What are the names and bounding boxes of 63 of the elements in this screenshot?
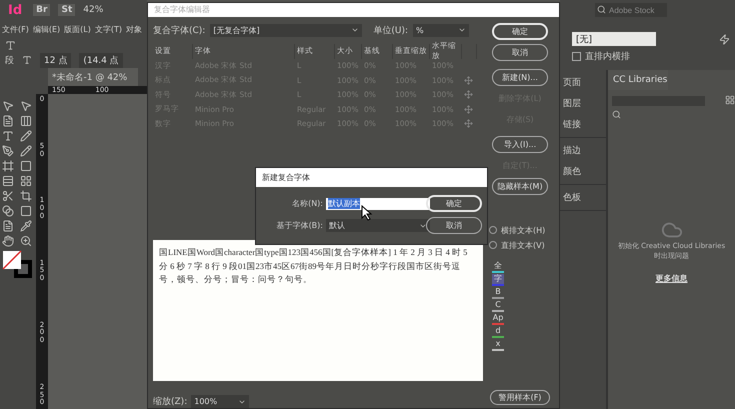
checkbox[interactable] xyxy=(572,52,581,60)
panel-item[interactable]: 链接 xyxy=(563,118,603,131)
libraries-tab[interactable]: CC Libraries xyxy=(608,70,668,90)
base-font-dropdown[interactable]: 默认 xyxy=(326,219,430,232)
search-icon[interactable] xyxy=(612,110,622,119)
lightning-icon[interactable] xyxy=(719,34,730,44)
panel-item[interactable]: 色板 xyxy=(563,191,603,204)
unit-dropdown[interactable]: % xyxy=(413,24,469,36)
radio-button[interactable] xyxy=(489,226,497,234)
font-size-icon xyxy=(22,55,32,65)
dialog-button[interactable]: 导入(I)... xyxy=(492,136,548,152)
more-info-link[interactable]: 更多信息 xyxy=(656,273,688,284)
sample-mark[interactable]: B xyxy=(492,286,504,298)
sample-button[interactable]: 警用样本(F) xyxy=(490,390,550,405)
zoom-dropdown[interactable]: 100% xyxy=(191,395,250,408)
ok-button[interactable]: 确定 xyxy=(426,195,482,212)
dialog-title: 复合字体编辑器 xyxy=(148,3,559,16)
grid-view-icon[interactable] xyxy=(725,95,735,105)
dialog-button[interactable]: 隐藏样本(M) xyxy=(492,178,548,194)
bridge-button[interactable]: Br xyxy=(33,4,50,16)
panel-item[interactable]: 图层 xyxy=(563,97,603,110)
menu-item[interactable]: 编辑(E) xyxy=(32,24,60,34)
radio-button[interactable] xyxy=(489,241,497,249)
paragraph-control[interactable]: 段 xyxy=(5,54,14,66)
dialog-button[interactable]: 确定 xyxy=(492,22,548,40)
dialog-button[interactable]: 取消 xyxy=(492,44,548,60)
stock-search-field[interactable]: Adobe Stock xyxy=(595,3,667,17)
sample-mark[interactable]: d xyxy=(492,326,504,338)
panel-item[interactable]: 颜色 xyxy=(563,165,603,178)
mouse-cursor-icon xyxy=(361,205,373,221)
panel-item[interactable]: 描边 xyxy=(563,144,603,157)
radio-label: 横排文本(H) xyxy=(501,224,546,236)
document-tab[interactable]: *未命名-1 @ 42% xyxy=(48,68,138,86)
panel-item[interactable]: 页面 xyxy=(563,76,603,89)
leading-field[interactable]: (14.4 点 xyxy=(79,52,123,68)
font-size-field[interactable]: 12 点 xyxy=(40,52,72,68)
menu-item[interactable]: 版面(L) xyxy=(64,24,91,34)
cancel-button[interactable]: 取消 xyxy=(426,217,482,234)
base-font-label: 基于字体(B): xyxy=(276,220,324,231)
fill-stroke-icon[interactable] xyxy=(2,250,34,280)
sample-text: 国LINE国Word国character国type国123国456国[复合字体样本] 1 年 2 月 3 日 4 时 5 分 6 秒 7 字 8 行 9 段01国23市45区67街89号年月日时分秒字行段国市区街号逗号，顿号、分号；冒号：问号？句号。 xyxy=(153,240,483,381)
sample-mark[interactable]: Ap xyxy=(492,312,504,324)
dialog-button[interactable]: 新建(N)... xyxy=(492,68,548,86)
name-field[interactable]: 默认副本 xyxy=(326,198,430,210)
sample-mark[interactable]: 字 xyxy=(492,274,504,286)
menu-item[interactable]: 文字(T) xyxy=(94,24,122,34)
menu-item[interactable]: 文件(F) xyxy=(2,24,29,34)
type-icon[interactable] xyxy=(5,40,16,50)
zoom-level[interactable]: 42% xyxy=(83,5,104,15)
unit-label: 单位(U): xyxy=(373,24,408,36)
dialog-title: 新建复合字体 xyxy=(256,168,487,187)
zoom-label: 缩放(Z): xyxy=(153,396,188,408)
style-field[interactable]: [无] xyxy=(572,32,656,46)
sample-mark[interactable]: x xyxy=(492,338,504,350)
stock-button[interactable]: St xyxy=(58,4,76,16)
checkbox-label: 直排内横排 xyxy=(585,50,630,62)
name-label: 名称(N): xyxy=(291,198,324,209)
app-logo: Id xyxy=(7,2,24,18)
radio-label: 直排文本(V) xyxy=(501,240,545,250)
composite-font-label: 复合字体(C): xyxy=(153,24,206,36)
sample-mark[interactable]: C xyxy=(492,300,504,312)
menu-item[interactable]: 对象 xyxy=(126,24,142,34)
composite-font-dropdown[interactable]: [无复合字体] xyxy=(210,24,362,36)
